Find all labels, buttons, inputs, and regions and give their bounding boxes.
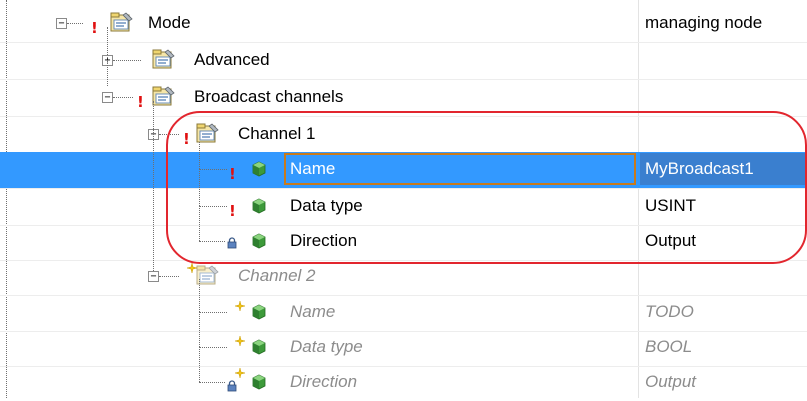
tree-label: Direction (290, 372, 358, 391)
tree-label: Broadcast channels (194, 87, 344, 106)
warning-icon: ! (91, 19, 98, 37)
warning-icon: ! (229, 165, 236, 183)
tree-connector (199, 169, 227, 170)
tree-row-channel-1-name[interactable]: ! Name MyBroadcast1 (0, 142, 807, 189)
tree-connector (67, 23, 83, 24)
tree-connector (199, 312, 200, 347)
new-item-icon (235, 301, 245, 311)
parameter-icon (252, 161, 266, 177)
lock-icon (227, 237, 237, 249)
parameter-icon (252, 304, 266, 320)
tree-label: Direction (290, 231, 358, 250)
tree-connector (153, 129, 154, 271)
tree-value[interactable]: Output (645, 372, 696, 392)
folder-settings-icon (152, 85, 176, 109)
tree-value[interactable]: BOOL (645, 337, 692, 357)
tree-label: Channel 2 (238, 266, 316, 285)
tree-label: Channel 1 (238, 124, 316, 143)
tree-label: Mode (148, 13, 191, 32)
warning-icon: ! (137, 93, 144, 111)
tree-connector (199, 347, 200, 382)
tree-row-channel-2-name[interactable]: Name TODO (0, 279, 807, 332)
tree-row-channel-2-data-type[interactable]: Data type BOOL (0, 312, 807, 367)
new-item-icon (235, 336, 245, 346)
tree-label: Name (290, 302, 336, 321)
collapse-icon[interactable]: − (148, 271, 159, 282)
parameter-icon (252, 233, 266, 249)
tree-label: Name (290, 159, 336, 178)
tree-label: Data type (290, 337, 363, 356)
tree-connector (113, 97, 133, 98)
name-edit-box[interactable] (284, 153, 636, 185)
tree-value[interactable]: managing node (645, 13, 762, 33)
tree-label: Advanced (194, 50, 270, 69)
tree-row-broadcast-channels[interactable]: − ! Broadcast channels (0, 60, 807, 117)
collapse-icon[interactable]: − (56, 18, 67, 29)
tree-connector (199, 206, 200, 241)
tree-value[interactable]: Output (645, 231, 696, 251)
tree-row-channel-2-direction[interactable]: Direction Output (0, 347, 807, 401)
tree-row-channel-1[interactable]: − ! Channel 1 (0, 101, 807, 154)
tree-connector (113, 60, 141, 61)
tree-value[interactable]: MyBroadcast1 (645, 159, 754, 179)
new-item-icon (235, 368, 245, 378)
tree-connector (199, 347, 227, 348)
tree-connector (199, 241, 225, 242)
parameter-icon (252, 198, 266, 214)
tree-connector (199, 169, 200, 206)
warning-icon: ! (229, 202, 236, 220)
tree-value[interactable]: USINT (645, 196, 696, 216)
tree-connector (159, 276, 179, 277)
tree-connector (199, 312, 227, 313)
tree-connector (153, 101, 154, 131)
tree-row-channel-1-data-type[interactable]: ! Data type USINT (0, 169, 807, 226)
collapse-icon[interactable]: − (102, 92, 113, 103)
parameter-icon (252, 374, 266, 390)
tree-row-channel-1-direction[interactable]: Direction Output (0, 206, 807, 261)
lock-icon (227, 380, 237, 392)
folder-settings-icon (152, 48, 176, 72)
tree-row-channel-2[interactable]: − Channel 2 (0, 129, 807, 296)
tree-connector (107, 60, 108, 86)
tree-connector (199, 279, 200, 312)
tree-connector (199, 206, 227, 207)
tree-connector (199, 382, 225, 383)
tree-connector (159, 134, 179, 135)
parameter-icon (252, 339, 266, 355)
folder-settings-icon (110, 11, 134, 35)
warning-icon: ! (183, 130, 190, 148)
tree-label: Data type (290, 196, 363, 215)
tree-row-advanced[interactable]: + Advanced (0, 27, 807, 80)
tree-connector (199, 142, 200, 169)
tree-row-mode[interactable]: − ! Mode managing node (0, 6, 807, 43)
tree-value[interactable]: TODO (645, 302, 694, 322)
